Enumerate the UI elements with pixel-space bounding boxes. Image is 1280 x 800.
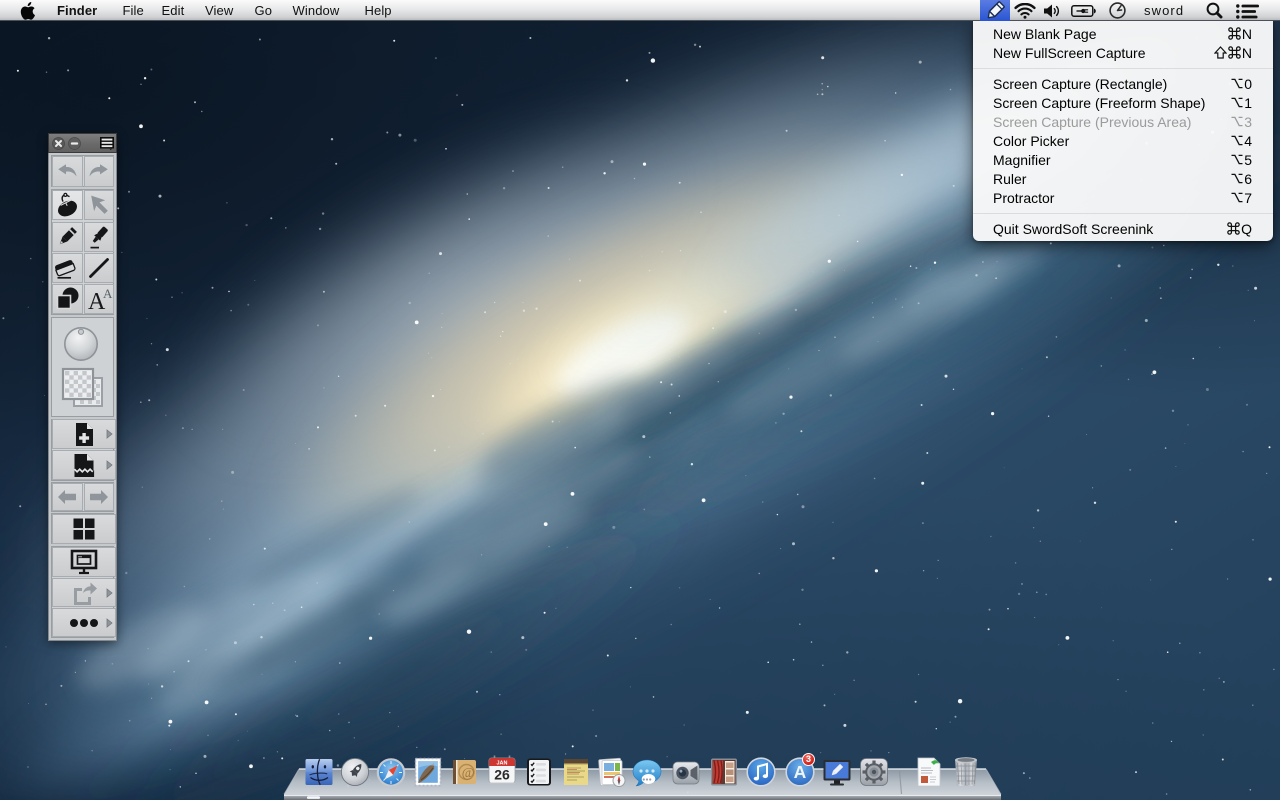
svg-text:26: 26 xyxy=(494,767,510,783)
svg-text:@: @ xyxy=(462,766,475,781)
svg-text:A: A xyxy=(103,286,113,301)
